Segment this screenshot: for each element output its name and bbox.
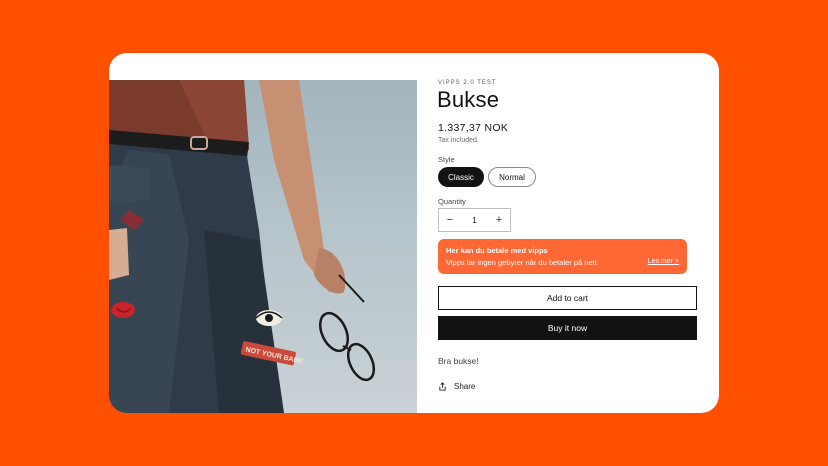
quantity-increase-button[interactable]: + [488, 214, 510, 226]
add-to-cart-button[interactable]: Add to cart [438, 286, 697, 310]
product-info: VIPPS 2.0 TEST Bukse 1.337,37 NOK Tax in… [437, 80, 698, 413]
vipps-logo: vipps [528, 246, 548, 255]
product-image: NOT YOUR BABE [109, 80, 417, 413]
product-vendor: VIPPS 2.0 TEST [438, 80, 497, 86]
style-option-classic[interactable]: Classic [438, 167, 484, 187]
style-option-normal[interactable]: Normal [488, 167, 536, 187]
vipps-banner: Her kan du betale med vipps Vipps tar in… [438, 239, 687, 274]
vipps-subtext: Vipps tar ingen gebyrer når du betaler p… [446, 258, 597, 267]
share-icon [438, 382, 447, 391]
vipps-read-more-link[interactable]: Les mer > [648, 258, 679, 265]
vipps-heading-text: Her kan du betale med [446, 246, 527, 255]
quantity-label: Quantity [438, 197, 466, 206]
product-description: Bra bukse! [438, 356, 479, 366]
buy-now-button[interactable]: Buy it now [438, 316, 697, 340]
product-card: NOT YOUR BABE VIPPS 2.0 TEST Bukse 1.337… [109, 53, 719, 413]
share-label: Share [454, 382, 476, 391]
vipps-heading: Her kan du betale med vipps [446, 246, 548, 255]
quantity-stepper: − 1 + [438, 208, 511, 232]
share-button[interactable]: Share [438, 382, 475, 391]
style-label: Style [438, 155, 455, 164]
product-price: 1.337,37 NOK [438, 122, 509, 134]
product-title: Bukse [437, 87, 500, 112]
quantity-input[interactable]: 1 [461, 216, 488, 225]
tax-note: Tax included. [438, 137, 479, 144]
quantity-decrease-button[interactable]: − [439, 214, 461, 226]
card-top-spacer [109, 53, 719, 80]
